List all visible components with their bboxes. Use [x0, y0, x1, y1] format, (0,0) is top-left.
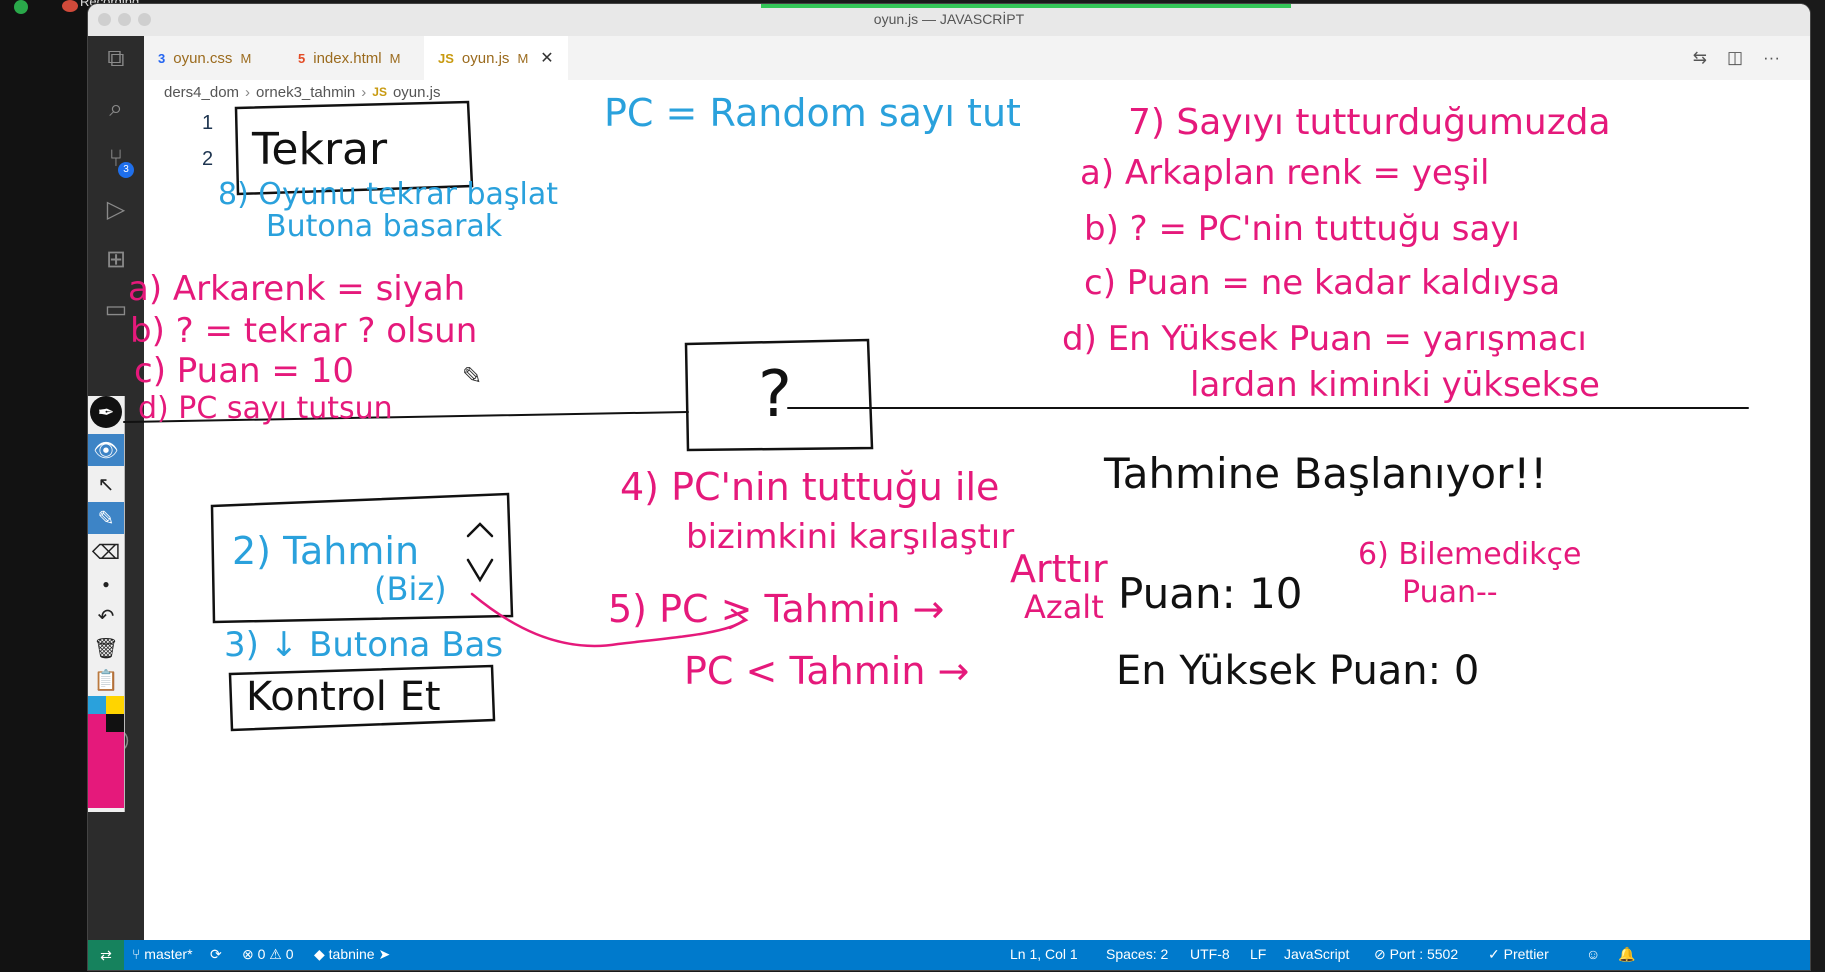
- annotation-overlay: Tekrar ? Kontrol Et Tahmine Başlanıyor!!…: [123, 91, 1749, 732]
- note-step7: 7) Sayıyı tutturduğumuzda: [1128, 102, 1611, 143]
- remote-indicator-icon[interactable]: ⇄: [88, 940, 124, 970]
- live-server-status[interactable]: ⊘ Port : 5502: [1374, 946, 1458, 963]
- note-left-b: b) ? = tekrar ? olsun: [130, 311, 477, 351]
- guess-box-label: 2) Tahmin: [232, 529, 419, 573]
- desktop-edge: Recording: [0, 0, 139, 972]
- sync-icon[interactable]: ⟳: [210, 946, 222, 963]
- note-azalt: Azalt: [1024, 588, 1104, 626]
- end-of-line[interactable]: LF: [1250, 946, 1266, 962]
- note-right-b: b) ? = PC'nin tuttuğu sayı: [1084, 209, 1520, 249]
- record-icon: [62, 0, 78, 12]
- note-step8-line2: Butona basarak: [266, 209, 503, 244]
- note-step4-line2: bizimkini karşılaştır: [686, 517, 1014, 557]
- pen-cursor-icon: ✎: [462, 362, 482, 390]
- prettier-status[interactable]: ✓ Prettier: [1488, 946, 1549, 963]
- tekrar-label[interactable]: Tekrar: [251, 124, 388, 175]
- note-right-d1: d) En Yüksek Puan = yarışmacı: [1062, 319, 1587, 359]
- note-step4-line1: 4) PC'nin tuttuğu ile: [620, 465, 999, 509]
- error-count: 0: [257, 946, 266, 962]
- port-label: Port : 5502: [1389, 946, 1459, 962]
- note-right-a: a) Arkaplan renk = yeşil: [1080, 153, 1489, 193]
- encoding[interactable]: UTF-8: [1190, 946, 1230, 962]
- note-step6-line1: 6) Bilemedikçe: [1358, 537, 1581, 572]
- prettier-label: Prettier: [1503, 946, 1549, 962]
- cursor-position[interactable]: Ln 1, Col 1: [1010, 946, 1078, 962]
- tabnine-label: tabnine: [328, 946, 375, 962]
- status-bar: ⇄ ⑂ master* ⟳ ⊗ 0 ⚠ 0 ◆ tabnine ➤ Ln 1, …: [88, 940, 1810, 970]
- starting-label: Tahmine Başlanıyor!!: [1103, 449, 1547, 498]
- note-pc-random: PC = Random sayı tut: [604, 91, 1021, 135]
- question-label: ?: [758, 358, 792, 432]
- recording-status-icon: [14, 0, 28, 14]
- note-left-d: d) PC sayı tutsun: [138, 391, 393, 426]
- note-step5-line1: 5) PC > Tahmin →: [608, 587, 944, 631]
- note-right-c: c) Puan = ne kadar kaldıysa: [1084, 263, 1560, 303]
- high-score-label: En Yüksek Puan: 0: [1116, 648, 1479, 694]
- note-step5-line2: PC < Tahmin →: [684, 649, 969, 693]
- note-step6-line2: Puan--: [1402, 575, 1498, 610]
- note-step3: 3) ↓ Butona Bas: [224, 625, 503, 665]
- indentation[interactable]: Spaces: 2: [1106, 946, 1168, 962]
- note-step8-line1: 8) Oyunu tekrar başlat: [218, 177, 558, 212]
- branch-label: master*: [144, 946, 193, 962]
- problems-status[interactable]: ⊗ 0 ⚠ 0: [242, 946, 294, 963]
- note-left-c: c) Puan = 10: [134, 351, 354, 391]
- vscode-window: oyun.js — JAVASCRİPT ⧉ ⌕ ⑂ 3 ▷ ⊞ ▭ ◯ ⚙ ✒…: [88, 4, 1810, 970]
- check-label[interactable]: Kontrol Et: [246, 674, 441, 720]
- tabnine-status[interactable]: ◆ tabnine ➤: [314, 946, 390, 963]
- language-mode[interactable]: JavaScript: [1284, 946, 1349, 962]
- score-label: Puan: 10: [1118, 569, 1303, 618]
- note-arttir: Arttır: [1010, 547, 1108, 591]
- notifications-bell-icon[interactable]: 🔔: [1618, 946, 1635, 963]
- guess-box-sublabel: (Biz): [374, 570, 447, 608]
- note-right-d2: lardan kiminki yüksekse: [1190, 365, 1600, 405]
- note-left-a: a) Arkarenk = siyah: [128, 269, 465, 309]
- branch-status[interactable]: ⑂ master*: [132, 946, 193, 962]
- warning-count: 0: [285, 946, 294, 962]
- feedback-icon[interactable]: ☺: [1586, 946, 1600, 962]
